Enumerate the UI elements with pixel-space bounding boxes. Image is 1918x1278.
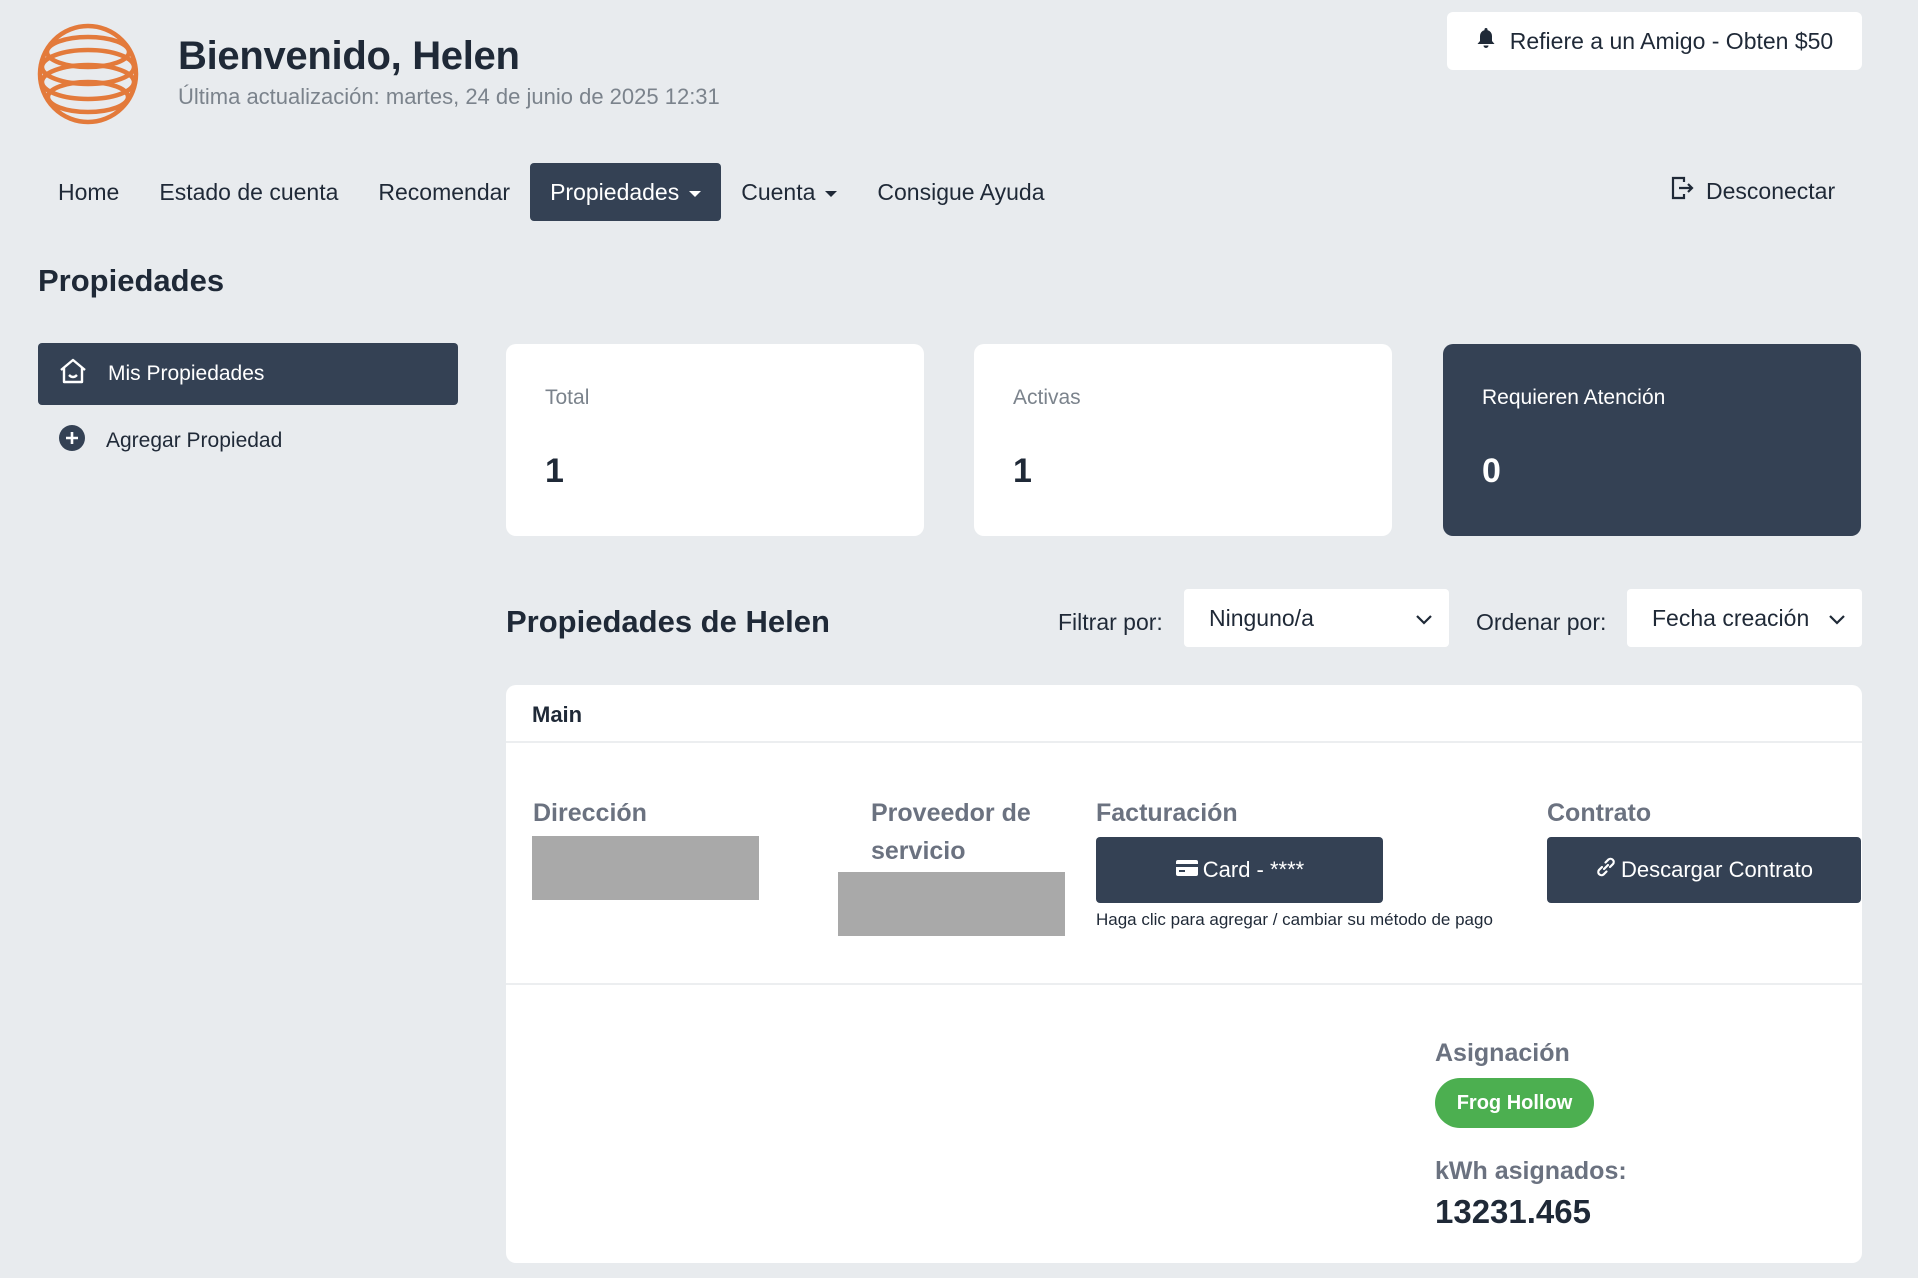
stat-label: Activas — [1013, 386, 1081, 409]
stat-label: Requieren Atención — [1482, 386, 1666, 409]
sort-select[interactable]: Fecha creación — [1627, 589, 1862, 647]
kwh-label: kWh asignados: — [1435, 1157, 1627, 1185]
welcome-heading: Bienvenido, Helen — [178, 34, 520, 78]
stat-card-active: Activas 1 — [974, 344, 1392, 536]
caret-down-icon — [825, 190, 838, 197]
property-name: Main — [532, 702, 583, 727]
billing-hint: Haga clic para agregar / cambiar su méto… — [1096, 910, 1493, 929]
refer-friend-button[interactable]: Refiere a un Amigo - Obten $50 — [1447, 12, 1862, 70]
property-card-header: Main — [506, 685, 1862, 743]
nav-account-statement[interactable]: Estado de cuenta — [139, 163, 358, 221]
sidebar-item-label: Mis Propiedades — [108, 362, 265, 385]
contract-label: Contrato — [1547, 799, 1652, 827]
last-updated-text: Última actualización: martes, 24 de juni… — [178, 84, 720, 109]
nav-home[interactable]: Home — [38, 163, 139, 221]
home-icon — [58, 357, 88, 391]
logout-button[interactable]: Desconectar — [1670, 162, 1835, 220]
stat-card-total: Total 1 — [506, 344, 924, 536]
card-divider — [506, 983, 1862, 985]
provider-label: Proveedor de servicio — [871, 799, 1031, 865]
refer-friend-label: Refiere a un Amigo - Obten $50 — [1509, 27, 1834, 54]
address-redacted — [532, 836, 759, 900]
sidebar-item-my-properties[interactable]: Mis Propiedades — [38, 343, 458, 405]
nav-account-label: Cuenta — [741, 178, 816, 205]
sort-label: Ordenar por: — [1476, 609, 1607, 635]
link-icon — [1595, 856, 1617, 884]
plus-circle-icon — [58, 424, 86, 458]
filter-label: Filtrar por: — [1058, 609, 1163, 635]
stat-value: 1 — [545, 452, 564, 490]
payment-card-button[interactable]: Card - **** — [1096, 837, 1383, 903]
address-label: Dirección — [533, 799, 647, 827]
assignment-badge: Frog Hollow — [1435, 1078, 1594, 1128]
nav-account-statement-label: Estado de cuenta — [159, 178, 339, 205]
stat-label: Total — [545, 386, 590, 409]
nav-get-help[interactable]: Consigue Ayuda — [857, 163, 1064, 221]
filter-select-value: Ninguno/a — [1209, 604, 1314, 631]
filter-select[interactable]: Ninguno/a — [1184, 589, 1449, 647]
nav-recommend-label: Recomendar — [378, 178, 511, 205]
payment-card-label: Card - **** — [1202, 857, 1305, 882]
credit-card-icon — [1175, 857, 1199, 883]
nav-home-label: Home — [58, 178, 120, 205]
brand-logo — [36, 22, 140, 126]
kwh-value: 13231.465 — [1435, 1193, 1591, 1230]
nav-properties[interactable]: Propiedades — [530, 163, 722, 221]
download-contract-label: Descargar Contrato — [1621, 857, 1813, 882]
property-card: Main Dirección Proveedor de servicio Fac… — [506, 685, 1862, 1263]
logout-icon — [1670, 175, 1694, 207]
properties-heading: Propiedades de Helen — [506, 604, 830, 639]
sidebar-item-label: Agregar Propiedad — [106, 429, 283, 452]
stat-value: 1 — [1013, 452, 1032, 490]
chevron-down-icon — [1415, 605, 1433, 632]
logout-label: Desconectar — [1706, 177, 1836, 204]
stat-card-attention: Requieren Atención 0 — [1443, 344, 1861, 536]
page-title: Propiedades — [38, 263, 225, 298]
billing-label: Facturación — [1096, 799, 1238, 827]
nav-recommend[interactable]: Recomendar — [358, 163, 530, 221]
stat-value: 0 — [1482, 452, 1501, 490]
nav-properties-label: Propiedades — [550, 178, 680, 205]
download-contract-button[interactable]: Descargar Contrato — [1547, 837, 1861, 903]
caret-down-icon — [689, 190, 702, 197]
sidebar-item-add-property[interactable]: Agregar Propiedad — [38, 410, 458, 472]
nav-get-help-label: Consigue Ayuda — [877, 178, 1045, 205]
chevron-down-icon — [1828, 605, 1846, 632]
main-nav: Home Estado de cuenta Recomendar Propied… — [38, 162, 1065, 222]
provider-redacted — [838, 872, 1065, 936]
nav-account[interactable]: Cuenta — [721, 163, 857, 221]
assignment-label: Asignación — [1435, 1039, 1570, 1067]
bell-icon — [1476, 27, 1496, 55]
sort-select-value: Fecha creación — [1652, 604, 1810, 631]
